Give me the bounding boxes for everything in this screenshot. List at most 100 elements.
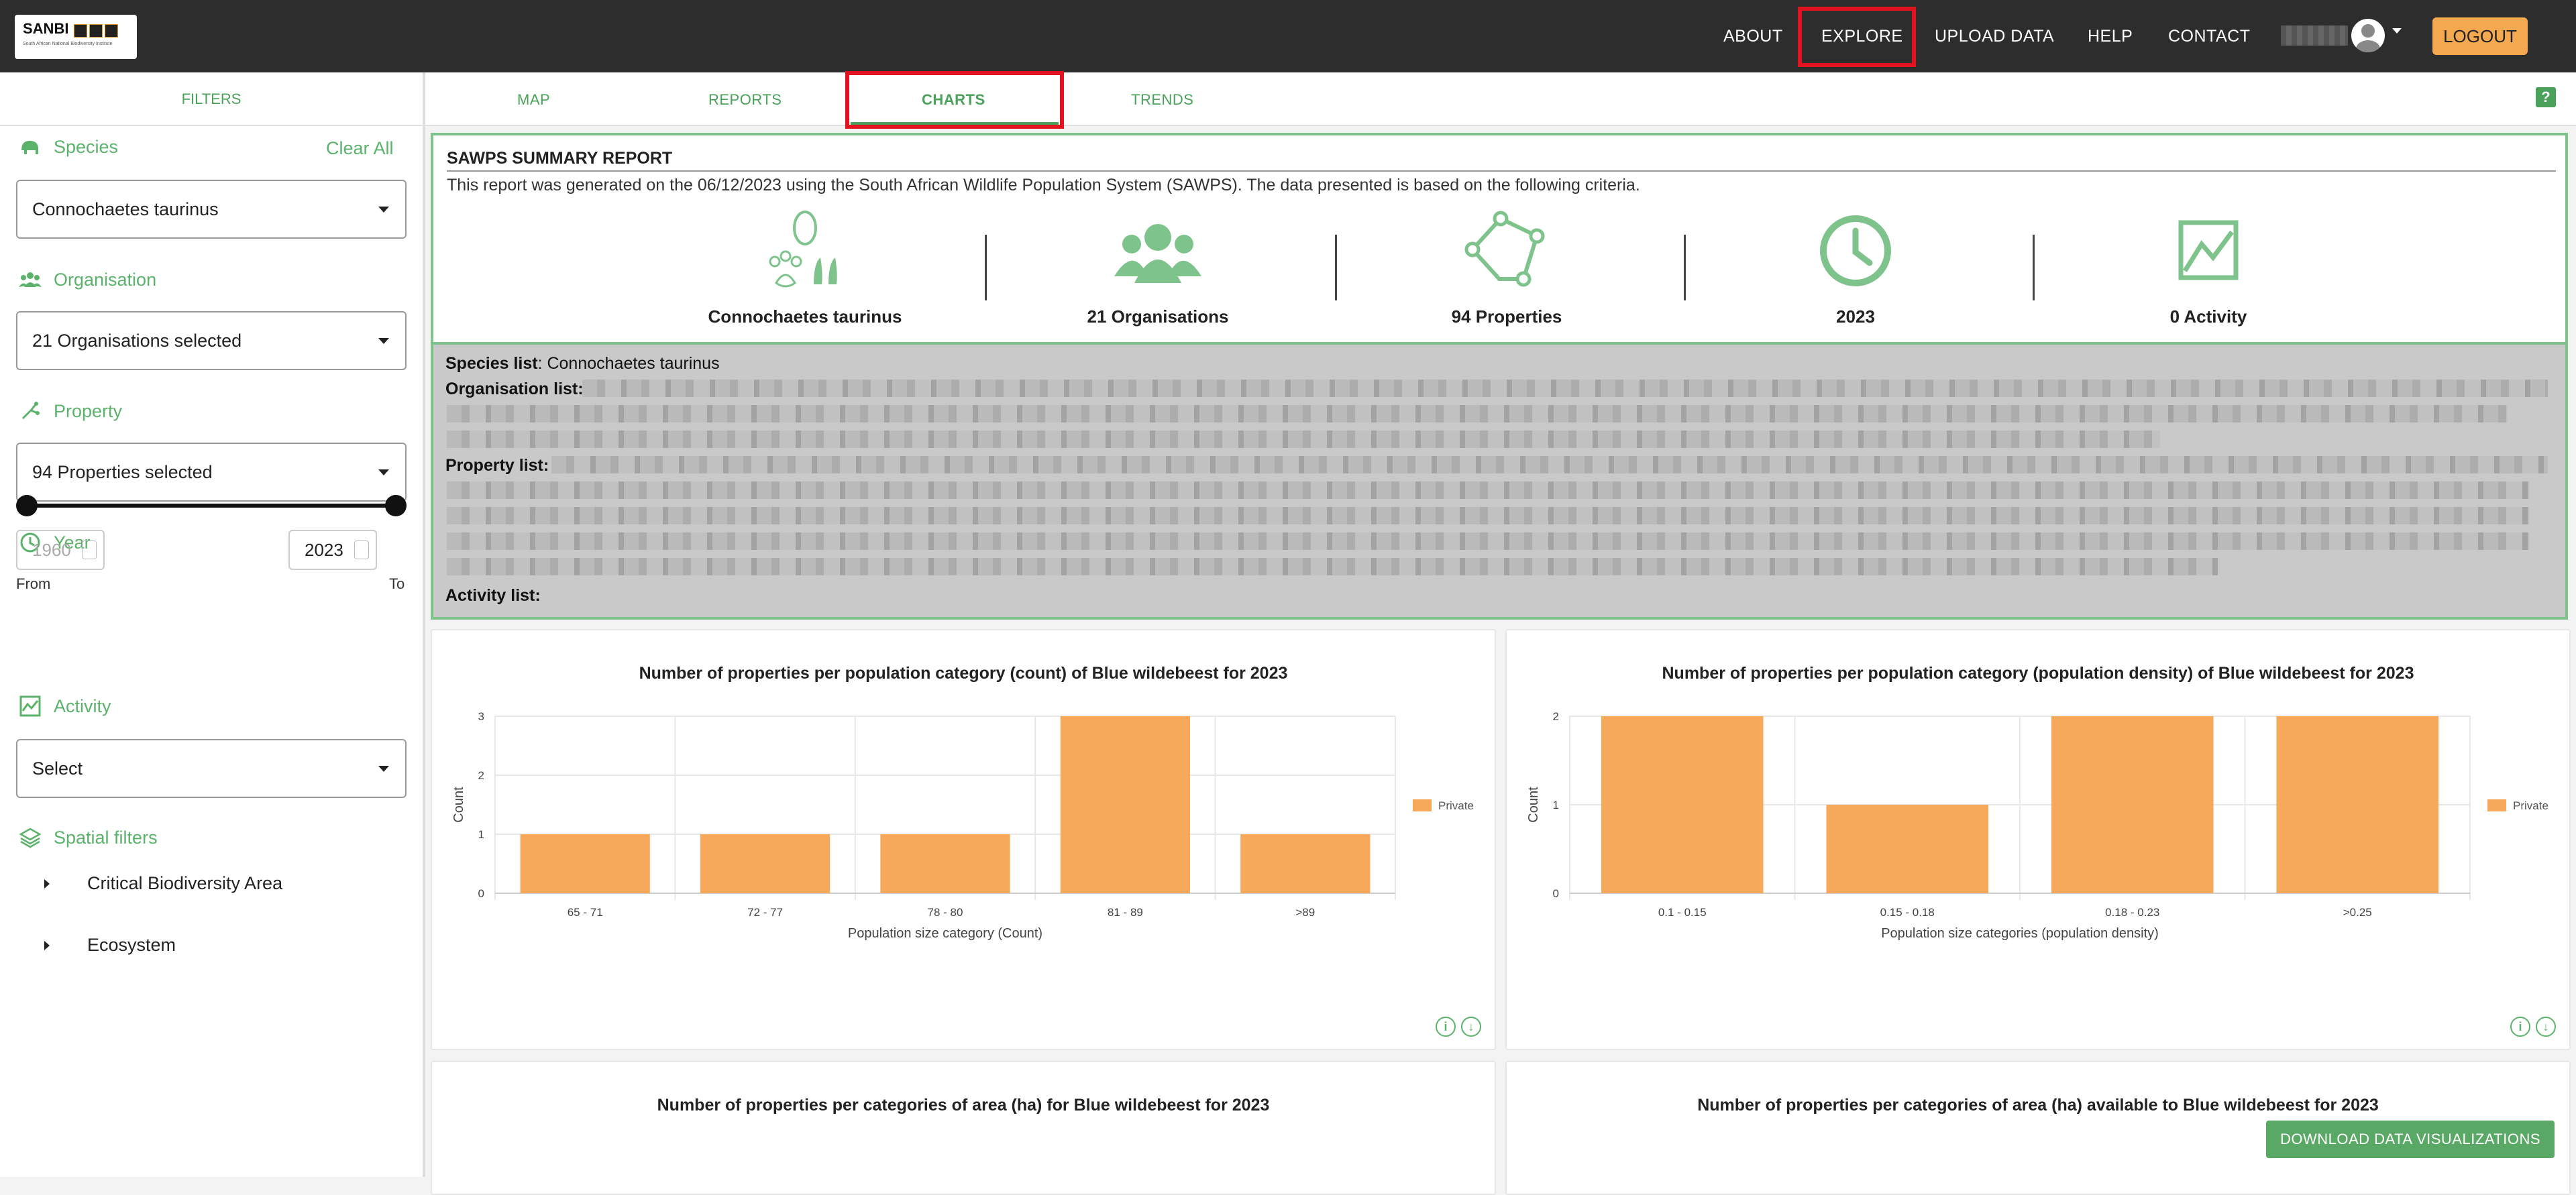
- spatial-item-critical-biodiversity-area[interactable]: Critical Biodiversity Area: [44, 873, 282, 894]
- info-icon[interactable]: i: [2510, 1017, 2530, 1037]
- stat-year: 2023: [1721, 209, 1990, 327]
- redacted-organisations: [582, 380, 2548, 397]
- tab-trends[interactable]: TRENDS: [1131, 91, 1193, 109]
- x-tick-label: 0.18 - 0.23: [2105, 906, 2159, 919]
- property-list: Property list:: [445, 456, 549, 475]
- report-title: SAWPS SUMMARY REPORT: [447, 149, 673, 168]
- activity-section-label: Activity: [19, 695, 111, 718]
- chart-card-count: Number of properties per population cate…: [431, 629, 1496, 1050]
- x-axis-label: Population size category (Count): [848, 926, 1042, 941]
- redacted-properties: [551, 456, 2548, 473]
- filters-sidebar: FILTERS Species Clear All Connochaetes t…: [0, 72, 425, 1177]
- x-tick-label: 78 - 80: [928, 906, 963, 919]
- x-tick-label: 0.1 - 0.15: [1658, 906, 1707, 919]
- x-tick-label: 65 - 71: [568, 906, 603, 919]
- explore-highlight: [1798, 7, 1916, 67]
- logo-title: SANBI: [23, 20, 69, 37]
- y-axis-label: Count: [1526, 787, 1541, 823]
- property-icon: [21, 402, 40, 420]
- chart-card-area: Number of properties per categories of a…: [431, 1061, 1496, 1195]
- x-tick-label: 0.15 - 0.18: [1880, 906, 1935, 919]
- bar: [1240, 834, 1371, 893]
- bar: [2051, 716, 2214, 893]
- properties-icon: [1464, 211, 1545, 287]
- year-from-input[interactable]: 1960: [16, 530, 105, 570]
- info-icon[interactable]: i: [1436, 1017, 1456, 1037]
- x-axis-label: Population size categories (population d…: [1881, 926, 2159, 941]
- species-select[interactable]: Connochaetes taurinus: [16, 180, 407, 239]
- chevron-down-icon: [378, 469, 389, 475]
- charts-tab-highlight: [845, 71, 1064, 129]
- y-tick-label: 3: [478, 710, 484, 723]
- legend-label: Private: [1438, 799, 1474, 812]
- user-avatar-icon[interactable]: [2351, 19, 2385, 52]
- property-select[interactable]: 94 Properties selected: [16, 443, 407, 502]
- logout-button[interactable]: LOGOUT: [2432, 17, 2528, 55]
- redacted-username: [2281, 25, 2348, 46]
- bar-chart-count: 0 1 2 3 65 - 71 72 - 77 78 - 80 81 - 89 >89 Popul…: [451, 710, 1474, 941]
- bar: [1601, 716, 1764, 893]
- year-slider-start-handle[interactable]: [16, 495, 38, 516]
- property-section-label: Property: [19, 400, 122, 422]
- year-slider-track[interactable]: [27, 504, 396, 508]
- sanbi-logo[interactable]: SANBI South African National Biodiversit…: [15, 15, 137, 59]
- legend-swatch: [1413, 799, 1432, 811]
- x-tick-label: >89: [1295, 906, 1315, 919]
- x-tick-label: >0.25: [2343, 906, 2372, 919]
- activity-icon: [2178, 220, 2239, 280]
- download-data-visualizations-button[interactable]: DOWNLOAD DATA VISUALIZATIONS: [2266, 1121, 2555, 1158]
- download-icon[interactable]: ↓: [2536, 1017, 2556, 1037]
- stat-species-label: Connochaetes taurinus: [708, 306, 902, 327]
- species-list: Species list: Connochaetes taurinus: [445, 354, 720, 373]
- x-tick-label: 72 - 77: [747, 906, 783, 919]
- clear-all-link[interactable]: Clear All: [326, 138, 394, 159]
- bar: [880, 834, 1010, 893]
- stat-species: Connochaetes taurinus: [671, 209, 939, 327]
- layers-icon: [19, 828, 42, 848]
- help-icon[interactable]: ?: [2536, 87, 2556, 107]
- bar: [2276, 716, 2439, 893]
- report-subtitle: This report was generated on the 06/12/2…: [447, 176, 1640, 194]
- caret-right-icon: [44, 878, 50, 889]
- tab-reports[interactable]: REPORTS: [708, 91, 782, 109]
- bar: [700, 834, 830, 893]
- activity-icon: [19, 695, 41, 717]
- stat-organisations-label: 21 Organisations: [1087, 306, 1229, 327]
- elephant-icon: [21, 141, 38, 154]
- spatial-item-ecosystem[interactable]: Ecosystem: [44, 935, 176, 956]
- x-tick-label: 81 - 89: [1108, 906, 1143, 919]
- chart-title: Number of properties per categories of a…: [657, 1096, 1270, 1115]
- user-menu-caret-icon[interactable]: [2392, 28, 2402, 34]
- stat-organisations: 21 Organisations: [1024, 209, 1292, 327]
- chevron-down-icon: [378, 207, 389, 213]
- nav-contact[interactable]: CONTACT: [2168, 27, 2250, 46]
- chevron-down-icon: [378, 766, 389, 772]
- to-label: To: [389, 575, 405, 592]
- organisations-icon: [1114, 224, 1201, 283]
- stat-year-label: 2023: [1836, 306, 1875, 327]
- bar: [1060, 716, 1191, 893]
- filters-header: FILTERS: [0, 72, 423, 126]
- caret-right-icon: [44, 940, 50, 950]
- nav-help[interactable]: HELP: [2088, 27, 2133, 46]
- nav-about[interactable]: ABOUT: [1723, 27, 1783, 46]
- y-tick-label: 2: [478, 769, 484, 782]
- tab-map[interactable]: MAP: [517, 91, 550, 109]
- nav-upload-data[interactable]: UPLOAD DATA: [1935, 27, 2054, 46]
- year-to-input[interactable]: 2023: [288, 530, 377, 570]
- organisation-list: Organisation list:: [445, 380, 584, 398]
- y-axis-label: Count: [451, 787, 466, 823]
- download-icon[interactable]: ↓: [1461, 1017, 1481, 1037]
- species-section-label: Species: [19, 135, 118, 158]
- chart-actions: i ↓: [1436, 1017, 1483, 1038]
- stat-properties: 94 Properties: [1373, 209, 1641, 327]
- y-tick-label: 0: [478, 887, 484, 900]
- legend-swatch: [2487, 799, 2506, 811]
- top-navbar: SANBI South African National Biodiversit…: [0, 0, 2576, 72]
- chart-title: Number of properties per population cate…: [639, 664, 1288, 683]
- y-tick-label: 2: [1553, 710, 1559, 723]
- year-slider-end-handle[interactable]: [385, 495, 407, 516]
- organisation-section-label: Organisation: [19, 268, 156, 291]
- organisation-select[interactable]: 21 Organisations selected: [16, 311, 407, 370]
- activity-select[interactable]: Select: [16, 739, 407, 798]
